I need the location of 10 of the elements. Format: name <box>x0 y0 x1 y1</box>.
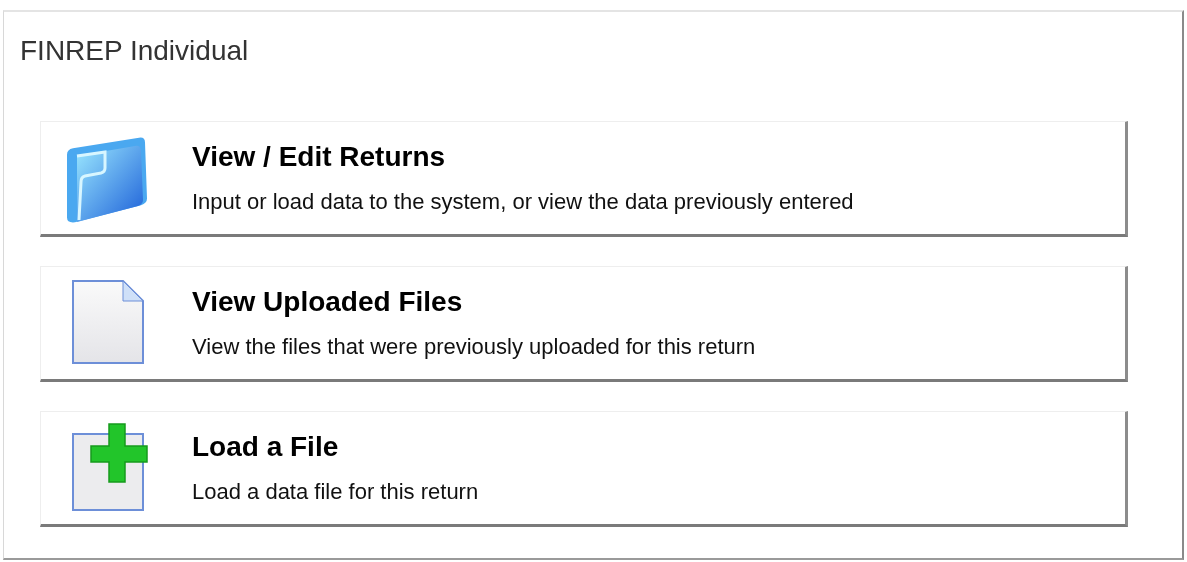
panel-title: FINREP Individual <box>20 34 250 68</box>
action-button[interactable]: View Uploaded Files View the files that were previously uploaded for this return <box>40 266 1128 382</box>
action-title: View Uploaded Files <box>192 285 464 319</box>
action-title: View / Edit Returns <box>192 140 447 174</box>
action-description: View the files that were previously uploaded for this return <box>192 333 756 361</box>
action-button[interactable]: View / Edit Returns Input or load data to the system, or view the data previously entered <box>40 121 1128 237</box>
action-title: Load a File <box>192 430 340 464</box>
action-description: Input or load data to the system, or view the data previously entered <box>192 188 854 216</box>
action-description: Load a data file for this return <box>192 478 479 506</box>
action-button[interactable]: Load a File Load a data file for this return <box>40 411 1128 527</box>
